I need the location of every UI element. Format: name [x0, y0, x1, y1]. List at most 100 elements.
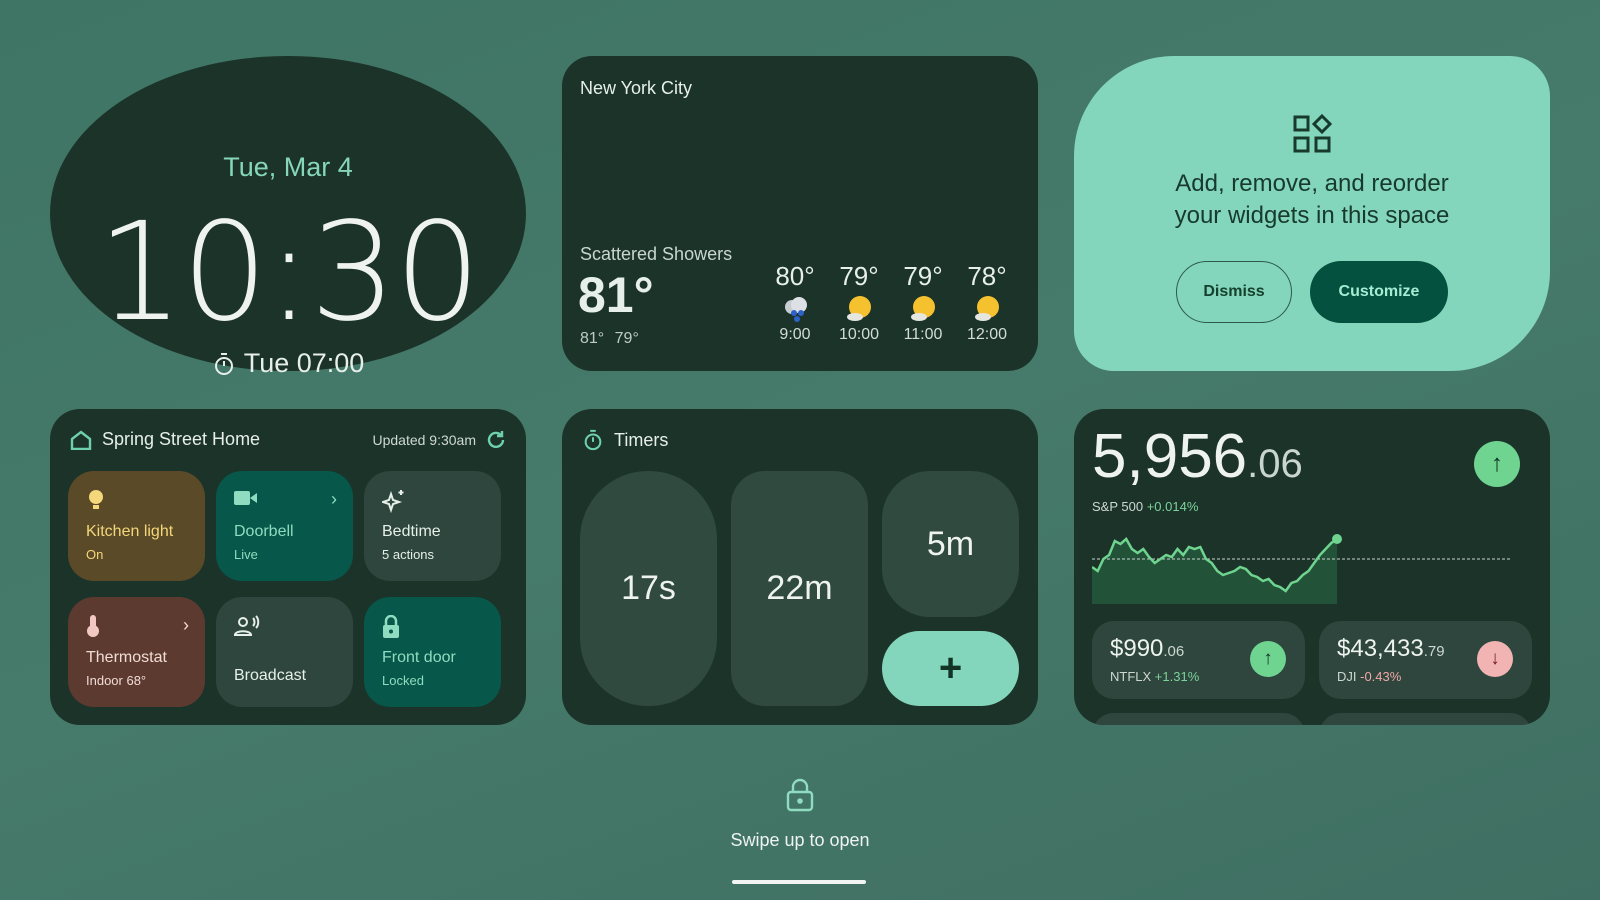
tile-name: Broadcast — [234, 667, 307, 684]
forecast-hour: 79° 11:00 — [896, 261, 950, 344]
sp500-value: 5,956.06 — [1092, 421, 1303, 492]
timers-widget: Timers 17s 22m 5m + — [562, 409, 1038, 725]
customize-promo: Add, remove, and reorder your widgets in … — [1074, 56, 1550, 371]
ticker: NTFLX — [1110, 669, 1152, 684]
value-dec: .06 — [1163, 643, 1185, 660]
value-int: $43,433 — [1337, 635, 1424, 662]
timer-item[interactable]: 17s — [580, 471, 717, 706]
forecast-hour: 80° 9:00 — [768, 261, 822, 344]
value-dec: .79 — [1423, 643, 1445, 660]
dismiss-button[interactable]: Dismiss — [1176, 261, 1292, 323]
refresh-icon[interactable] — [486, 430, 506, 450]
tile-status: On — [86, 547, 104, 562]
tile-name: Kitchen light — [86, 523, 174, 540]
home-handle[interactable] — [732, 880, 866, 884]
rain-cloud-icon — [785, 297, 807, 322]
tile-name: Front door — [382, 649, 456, 666]
value-int: $990 — [1110, 635, 1164, 662]
forecast-time: 9:00 — [779, 326, 811, 343]
tile-bedtime[interactable]: Bedtime 5 actions — [364, 471, 501, 581]
tile-kitchen-light[interactable]: Kitchen light On — [68, 471, 205, 581]
hourly-forecast: 80° 9:00 79° 10:00 79° 11:00 78° 12:00 — [768, 261, 1014, 344]
weather-widget[interactable]: New York City Scattered Showers 81° 81° … — [562, 56, 1038, 371]
tile-status: Live — [234, 547, 258, 562]
ticker: DJI — [1337, 669, 1357, 684]
arrow-up-icon: ↑ — [1474, 441, 1520, 487]
clock-time: 10:30 — [97, 194, 481, 352]
timer-item[interactable]: 22m — [731, 471, 868, 706]
tile-status: Locked — [382, 673, 424, 688]
video-camera-icon — [234, 491, 257, 505]
weather-low: 79° — [614, 330, 639, 347]
partly-sunny-icon — [975, 296, 999, 321]
lock-icon[interactable] — [786, 778, 814, 812]
stock-card-partial[interactable] — [1092, 713, 1305, 725]
sp500-label: S&P 500 +0.014% — [1092, 499, 1198, 514]
forecast-temp: 80° — [775, 261, 815, 291]
forecast-time: 11:00 — [903, 326, 943, 343]
tile-thermostat[interactable]: › Thermostat Indoor 68° — [68, 597, 205, 707]
forecast-hour: 79° 10:00 — [832, 261, 886, 344]
customize-button[interactable]: Customize — [1310, 261, 1448, 323]
widgets-icon — [1293, 114, 1332, 153]
weather-high: 81° — [580, 330, 605, 347]
weather-temp: 81° — [578, 267, 654, 323]
change: +1.31% — [1154, 669, 1200, 684]
promo-line: your widgets in this space — [1174, 202, 1450, 229]
value-dec: .06 — [1247, 442, 1303, 486]
timers-title: Timers — [614, 429, 669, 450]
updated-time: Updated 9:30am — [372, 431, 476, 448]
arrow-up-icon: ↑ — [1250, 641, 1286, 677]
tile-name: Doorbell — [234, 523, 294, 540]
tile-name: Thermostat — [86, 649, 167, 666]
tile-doorbell[interactable]: › Doorbell Live — [216, 471, 353, 581]
home-title: Spring Street Home — [102, 429, 261, 449]
sparkline-chart — [1092, 534, 1512, 604]
arrow-down-icon: ↓ — [1477, 641, 1513, 677]
home-widget: Spring Street Home Updated 9:30am Kitche… — [50, 409, 526, 725]
stocks-widget[interactable]: 5,956.06 S&P 500 +0.014% ↑ $990.06 NTFLX… — [1074, 409, 1550, 725]
weather-high-low: 81° 79° — [580, 330, 639, 348]
weather-city: New York City — [580, 78, 693, 98]
forecast-hour: 78° 12:00 — [960, 261, 1014, 344]
stock-card-ntflx[interactable]: $990.06 NTFLX +1.31% ↑ — [1092, 621, 1305, 699]
thermometer-icon — [87, 615, 99, 637]
home-icon — [70, 429, 92, 450]
clock-date: Tue, Mar 4 — [223, 152, 353, 182]
tile-status: 5 actions — [382, 547, 435, 562]
promo-line: Add, remove, and reorder — [1175, 170, 1449, 197]
value-int: 5,956 — [1092, 422, 1248, 491]
forecast-time: 10:00 — [838, 326, 880, 343]
tile-broadcast[interactable]: Broadcast — [216, 597, 353, 707]
tile-name: Bedtime — [382, 523, 441, 540]
forecast-temp: 79° — [839, 261, 879, 291]
stock-card-dji[interactable]: $43,433.79 DJI -0.43% ↓ — [1319, 621, 1532, 699]
alarm[interactable]: Tue 07:00 — [50, 348, 526, 379]
timer-item[interactable]: 5m — [882, 471, 1019, 617]
forecast-time: 12:00 — [966, 326, 1008, 343]
sparkline-end-point — [1332, 534, 1342, 544]
forecast-temp: 78° — [967, 261, 1007, 291]
alarm-time: Tue 07:00 — [243, 348, 365, 378]
ticker: S&P 500 — [1092, 499, 1144, 514]
timer-icon — [584, 429, 602, 451]
broadcast-icon — [233, 615, 260, 636]
chevron-right-icon: › — [183, 615, 189, 635]
change: -0.43% — [1360, 669, 1402, 684]
tile-front-door[interactable]: Front door Locked — [364, 597, 501, 707]
sparkline-area — [1092, 539, 1337, 604]
promo-text: Add, remove, and reorder your widgets in … — [1074, 168, 1550, 232]
chevron-right-icon: › — [331, 489, 337, 509]
lightbulb-icon — [89, 490, 103, 509]
tile-status: Indoor 68° — [86, 673, 147, 688]
add-timer-button[interactable]: + — [882, 631, 1019, 706]
clock-widget[interactable]: Tue, Mar 4 10:30 Tue 07:00 — [50, 56, 526, 378]
sparkle-icon — [379, 490, 404, 514]
weather-condition: Scattered Showers — [580, 244, 733, 264]
timer-icon — [214, 352, 233, 375]
lock-icon — [383, 614, 399, 638]
forecast-temp: 79° — [903, 261, 943, 291]
change: +0.014% — [1146, 499, 1199, 514]
partly-sunny-icon — [911, 296, 935, 321]
stock-card-partial[interactable] — [1319, 713, 1532, 725]
